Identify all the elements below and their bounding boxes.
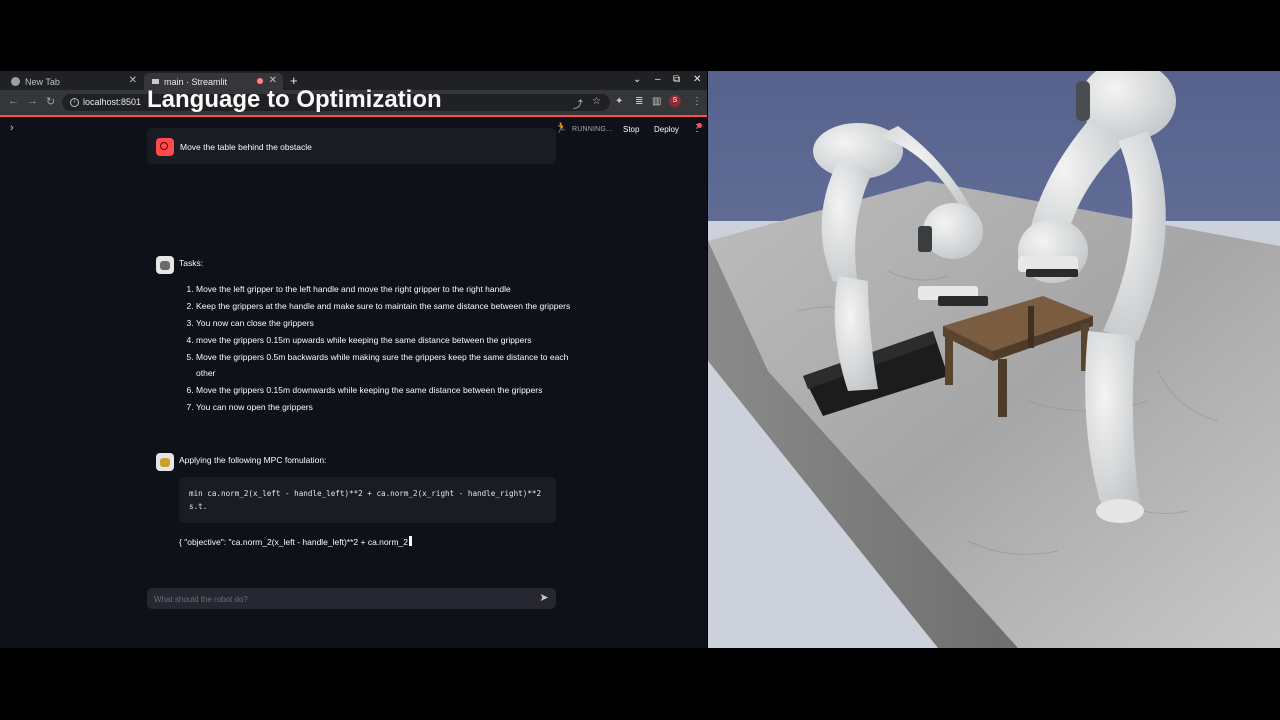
list-item: move the grippers 0.15m upwards while ke… — [196, 332, 574, 348]
simulation-scene — [708, 71, 1280, 648]
list-item: Keep the grippers at the handle and make… — [196, 298, 574, 314]
robot-avatar-icon — [156, 256, 174, 274]
user-message-text: Move the table behind the obstacle — [180, 142, 312, 152]
streaming-text: { "objective": "ca.norm_2(x_left - handl… — [179, 536, 412, 547]
page-title: Language to Optimization — [147, 86, 442, 113]
list-item: Move the left gripper to the left handle… — [196, 281, 574, 297]
robot-avatar-icon — [156, 453, 174, 471]
list-item: Move the grippers 0.5m backwards while m… — [196, 349, 574, 381]
user-chat-message: Move the table behind the obstacle — [147, 128, 556, 164]
user-avatar-icon — [156, 138, 174, 156]
browser-window: New Tab ✕ main · Streamlit ✕ + ⌄ – ⧉ ✕ ←… — [0, 71, 707, 648]
robot-simulation-view — [708, 71, 1280, 648]
code-text: min ca.norm_2(x_left - handle_left)**2 +… — [189, 489, 542, 511]
text-cursor — [409, 536, 412, 546]
list-item: Move the grippers 0.15m downwards while … — [196, 382, 574, 398]
main-content: Language to Optimization Move the table … — [0, 71, 707, 648]
mpc-label: Applying the following MPC fomulation: — [179, 455, 327, 465]
tasks-label: Tasks: — [179, 258, 204, 268]
list-item: You now can close the grippers — [196, 315, 574, 331]
streaming-text-content: { "objective": "ca.norm_2(x_left - handl… — [179, 537, 408, 547]
tasks-list: Move the left gripper to the left handle… — [179, 281, 574, 416]
chat-input[interactable] — [152, 591, 526, 608]
list-item: You can now open the grippers — [196, 399, 574, 415]
send-icon[interactable]: ➤ — [537, 591, 551, 605]
chat-input-container: ➤ — [147, 588, 556, 609]
code-block[interactable]: min ca.norm_2(x_left - handle_left)**2 +… — [179, 477, 556, 523]
